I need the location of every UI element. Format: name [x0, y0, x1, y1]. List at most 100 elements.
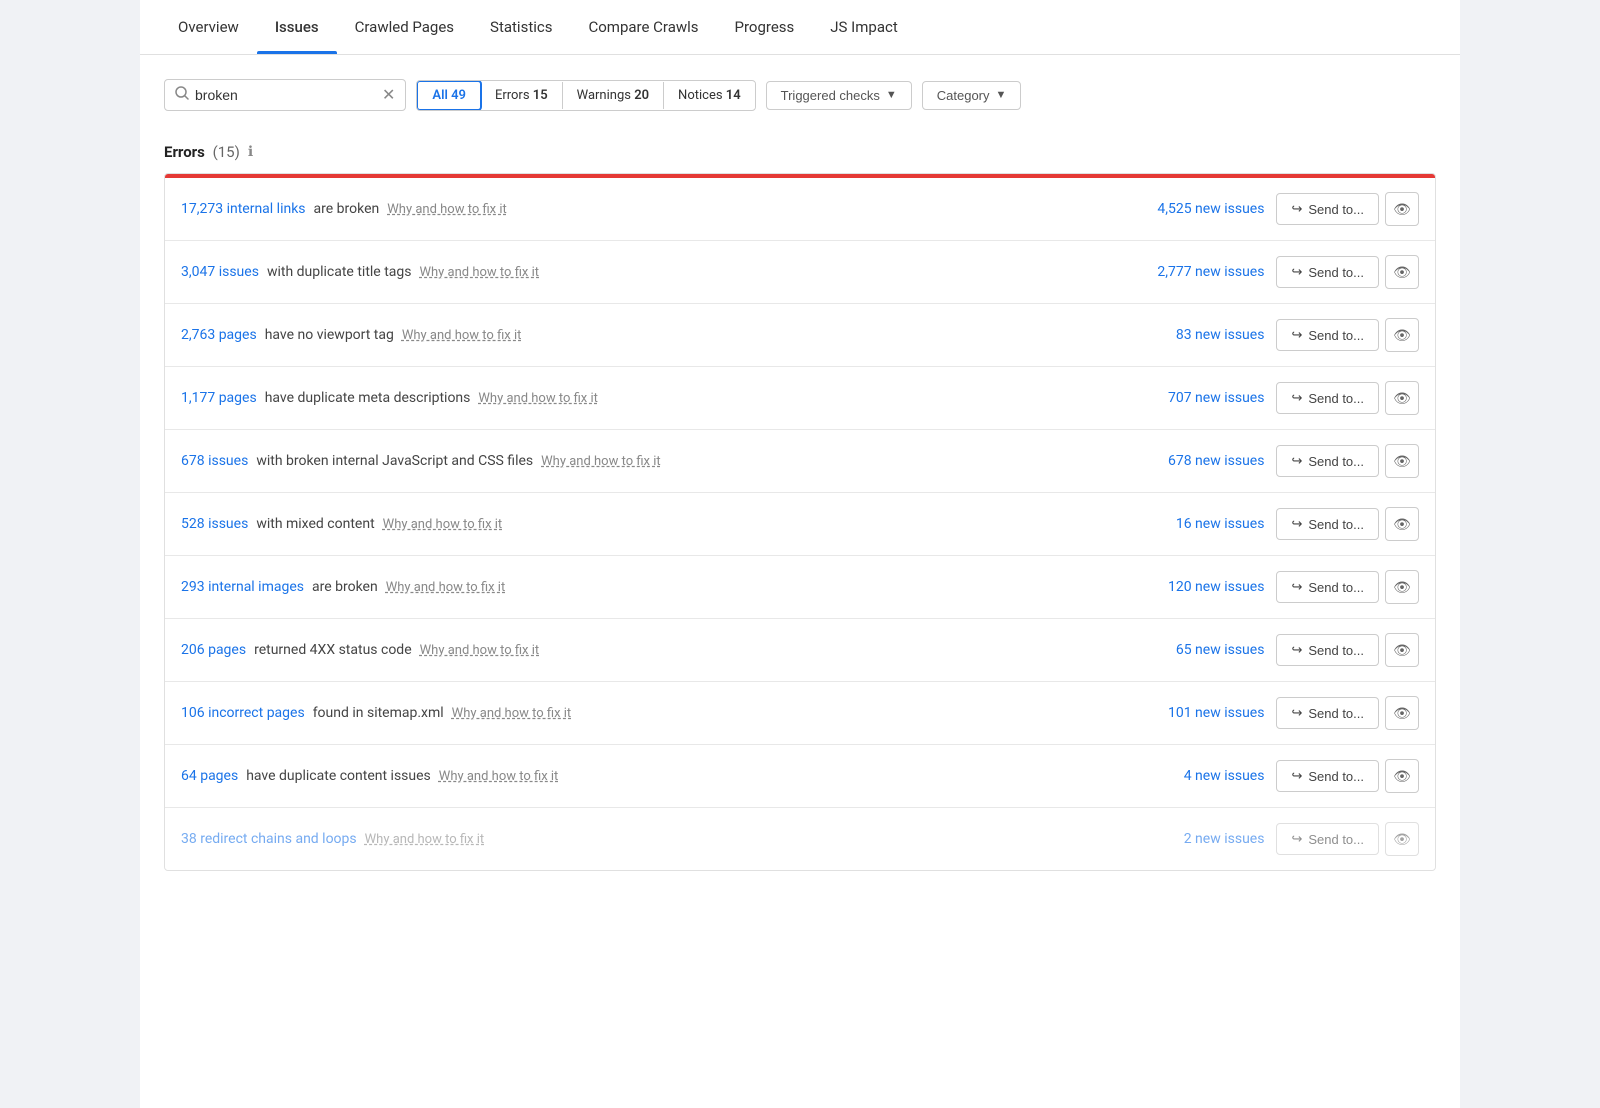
- issue-link[interactable]: 293 internal images: [181, 579, 304, 595]
- issue-actions: ↪Send to...👁: [1276, 822, 1419, 856]
- send-to-button[interactable]: ↪Send to...: [1276, 256, 1379, 288]
- issue-row: 528 issues with mixed content Why and how …: [165, 493, 1435, 556]
- issue-link[interactable]: 38 redirect chains and loops: [181, 831, 357, 847]
- issue-main: 38 redirect chains and loops Why and how …: [181, 831, 1092, 847]
- issue-link[interactable]: 1,177 pages: [181, 390, 257, 406]
- eye-icon: 👁: [1393, 264, 1411, 281]
- chevron-down-icon: ▼: [996, 89, 1007, 101]
- issue-main: 106 incorrect pagesfound in sitemap.xmlW…: [181, 705, 1092, 721]
- issue-link[interactable]: 678 issues: [181, 453, 248, 469]
- info-icon[interactable]: ℹ: [248, 144, 253, 160]
- nav-item-crawled-pages[interactable]: Crawled Pages: [337, 0, 472, 54]
- send-to-button[interactable]: ↪Send to...: [1276, 634, 1379, 666]
- issue-link[interactable]: 2,763 pages: [181, 327, 257, 343]
- nav-item-issues[interactable]: Issues: [257, 0, 337, 54]
- send-to-button[interactable]: ↪Send to...: [1276, 823, 1379, 855]
- eye-button[interactable]: 👁: [1385, 633, 1419, 667]
- issue-new-count: 707 new issues: [1104, 390, 1264, 406]
- issue-actions: ↪Send to... 👁: [1276, 633, 1419, 667]
- send-to-button[interactable]: ↪ Send to...: [1276, 445, 1379, 477]
- issue-main: 3,047 issueswith duplicate title tagsWhy…: [181, 264, 1092, 280]
- issue-new-count: 120 new issues: [1104, 579, 1264, 595]
- issue-row: 1,177 pageshave duplicate meta descripti…: [165, 367, 1435, 430]
- issue-description: have duplicate content issues: [246, 768, 431, 784]
- issue-row: 2,763 pages have no viewport tag Why and h…: [165, 304, 1435, 367]
- send-icon: ↪: [1291, 201, 1302, 217]
- issue-fix-link[interactable]: Why and how to fix it: [420, 643, 540, 658]
- issue-fix-link[interactable]: Why and how to fix it: [387, 202, 507, 217]
- filter-tab-errors[interactable]: Errors 15: [481, 82, 563, 109]
- send-label: Send to...: [1308, 832, 1364, 847]
- send-to-button[interactable]: ↪Send to...: [1276, 508, 1379, 540]
- filter-tab-notices[interactable]: Notices 14: [664, 82, 755, 109]
- triggered-checks-dropdown[interactable]: Triggered checks ▼: [766, 81, 912, 110]
- issue-fix-link[interactable]: Why and how to fix it: [541, 454, 661, 469]
- issue-fix-link[interactable]: Why and how to fix it: [439, 769, 559, 784]
- eye-button[interactable]: 👁: [1385, 255, 1419, 289]
- issue-fix-link[interactable]: Why and how to fix it: [452, 706, 572, 721]
- nav-item-statistics[interactable]: Statistics: [472, 0, 570, 54]
- eye-button[interactable]: 👁: [1385, 318, 1419, 352]
- issue-description: with mixed content: [256, 516, 374, 532]
- issue-link[interactable]: 206 pages: [181, 642, 246, 658]
- eye-button[interactable]: 👁: [1385, 759, 1419, 793]
- issue-new-count: 2 new issues: [1104, 831, 1264, 847]
- send-icon: ↪: [1291, 705, 1302, 721]
- send-to-button[interactable]: ↪ Send to...: [1276, 697, 1379, 729]
- filter-tab-warnings[interactable]: Warnings 20: [563, 82, 664, 109]
- send-to-button[interactable]: ↪Send to...: [1276, 193, 1379, 225]
- issue-description: have no viewport tag: [265, 327, 394, 343]
- issue-main: 293 internal imagesare brokenWhy and how…: [181, 579, 1092, 595]
- send-to-button[interactable]: ↪Send to...: [1276, 382, 1379, 414]
- issue-new-count: 83 new issues: [1104, 327, 1264, 343]
- send-to-button[interactable]: ↪Send to...: [1276, 319, 1379, 351]
- issue-fix-link[interactable]: Why and how to fix it: [383, 517, 503, 532]
- search-input[interactable]: [195, 87, 376, 103]
- filter-tab-all[interactable]: All 49: [416, 80, 482, 111]
- eye-button[interactable]: 👁: [1385, 822, 1419, 856]
- issue-description: returned 4XX status code: [254, 642, 412, 658]
- nav-item-progress[interactable]: Progress: [717, 0, 813, 54]
- send-icon: ↪: [1291, 516, 1302, 532]
- issue-actions: ↪Send to... 👁: [1276, 192, 1419, 226]
- eye-button[interactable]: 👁: [1385, 381, 1419, 415]
- send-label: Send to...: [1308, 454, 1364, 469]
- eye-button[interactable]: 👁: [1385, 192, 1419, 226]
- issue-fix-link[interactable]: Why and how to fix it: [419, 265, 539, 280]
- nav-item-compare-crawls[interactable]: Compare Crawls: [570, 0, 716, 54]
- eye-button[interactable]: 👁: [1385, 570, 1419, 604]
- eye-icon: 👁: [1393, 642, 1411, 659]
- eye-button[interactable]: 👁: [1385, 507, 1419, 541]
- clear-search-button[interactable]: ✕: [382, 87, 395, 103]
- issue-main: 17,273 internal links are broken Why and h…: [181, 201, 1092, 217]
- nav-item-js-impact[interactable]: JS Impact: [812, 0, 915, 54]
- filter-bar: ✕ All 49Errors 15Warnings 20Notices 14 T…: [164, 79, 1436, 111]
- eye-icon: 👁: [1393, 579, 1411, 596]
- eye-button[interactable]: 👁: [1385, 444, 1419, 478]
- send-icon: ↪: [1291, 453, 1302, 469]
- issue-link[interactable]: 3,047 issues: [181, 264, 259, 280]
- issue-new-count: 4,525 new issues: [1104, 201, 1264, 217]
- nav-item-overview[interactable]: Overview: [160, 0, 257, 54]
- category-dropdown[interactable]: Category ▼: [922, 81, 1022, 110]
- issue-link[interactable]: 528 issues: [181, 516, 248, 532]
- issue-fix-link[interactable]: Why and how to fix it: [386, 580, 506, 595]
- issue-fix-link[interactable]: Why and how to fix it: [478, 391, 598, 406]
- top-nav: OverviewIssuesCrawled PagesStatisticsCom…: [140, 0, 1460, 55]
- issue-actions: ↪Send to...👁: [1276, 759, 1419, 793]
- issue-link[interactable]: 64 pages: [181, 768, 238, 784]
- issue-actions: ↪ Send to... 👁: [1276, 444, 1419, 478]
- issue-fix-link[interactable]: Why and how to fix it: [365, 832, 485, 847]
- send-to-button[interactable]: ↪Send to...: [1276, 760, 1379, 792]
- search-box: ✕: [164, 79, 406, 111]
- issue-actions: ↪ Send to... 👁: [1276, 696, 1419, 730]
- send-to-button[interactable]: ↪Send to...: [1276, 571, 1379, 603]
- send-label: Send to...: [1308, 706, 1364, 721]
- issue-fix-link[interactable]: Why and how to fix it: [402, 328, 522, 343]
- eye-icon: 👁: [1393, 201, 1411, 218]
- eye-button[interactable]: 👁: [1385, 696, 1419, 730]
- issue-description: are broken: [314, 201, 380, 217]
- send-icon: ↪: [1291, 579, 1302, 595]
- issue-link[interactable]: 106 incorrect pages: [181, 705, 305, 721]
- issue-link[interactable]: 17,273 internal links: [181, 201, 306, 217]
